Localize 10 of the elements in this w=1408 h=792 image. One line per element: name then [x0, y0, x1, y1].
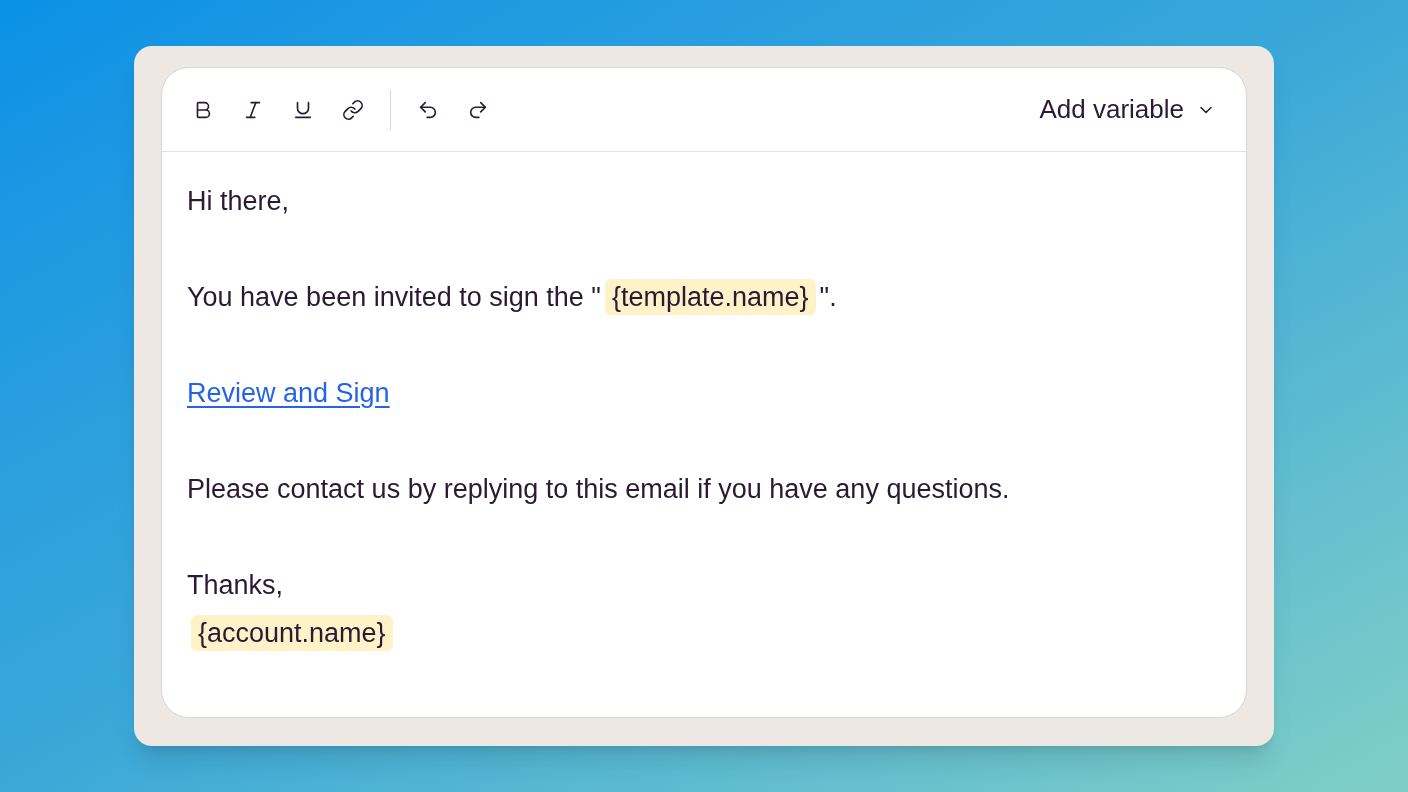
variable-tag: {account.name}: [191, 615, 393, 651]
add-variable-dropdown[interactable]: Add variable: [1039, 90, 1216, 129]
body-text: Hi there,: [187, 186, 290, 216]
variable-tag: {template.name}: [604, 279, 816, 315]
body-text: Thanks,: [187, 570, 284, 600]
link-icon: [342, 98, 364, 121]
body-text: ".: [819, 282, 837, 312]
body-text: You have been invited to sign the ": [187, 282, 601, 312]
review-link[interactable]: Review and Sign: [187, 378, 390, 408]
body-text: Please contact us by replying to this email if you have any questions.: [187, 474, 1010, 504]
